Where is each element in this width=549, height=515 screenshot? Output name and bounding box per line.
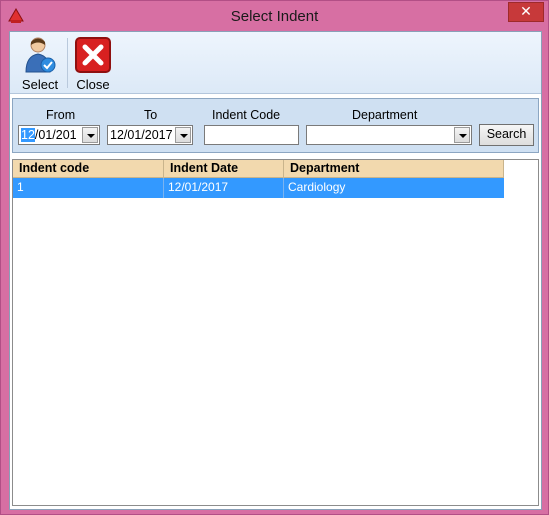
indent-code-input[interactable] xyxy=(204,125,299,145)
title-bar[interactable]: Select Indent ✕ xyxy=(1,1,548,31)
department-select[interactable] xyxy=(306,125,472,145)
indent-code-label: Indent Code xyxy=(212,108,281,122)
filter-panel: From 12/01/201 To 12/01/2017 Indent Code… xyxy=(12,98,539,153)
cell-indent-date: 12/01/2017 xyxy=(164,178,284,198)
cell-indent-code: 1 xyxy=(13,178,164,198)
client-area: Select Close From 12/01/201 To 12/01/201… xyxy=(9,31,542,510)
toolbar-separator xyxy=(67,38,68,88)
to-date-picker[interactable]: 12/01/2017 xyxy=(107,125,193,145)
to-date-text: 12/01/2017 xyxy=(110,128,173,142)
from-date-text: 12/01/201 xyxy=(21,128,77,142)
indent-grid: Indent code Indent Date Department 1 12/… xyxy=(12,159,539,506)
table-row[interactable]: 1 12/01/2017 Cardiology xyxy=(13,178,504,198)
from-date-selected: 12 xyxy=(21,128,35,142)
from-date-picker[interactable]: 12/01/201 xyxy=(18,125,100,145)
select-label: Select xyxy=(21,77,59,92)
select-button[interactable]: Select xyxy=(14,36,66,92)
from-label: From xyxy=(46,108,76,122)
window-title: Select Indent xyxy=(230,8,319,25)
grid-header: Indent code Indent Date Department xyxy=(13,160,504,178)
cell-department: Cardiology xyxy=(288,180,346,194)
column-header-department[interactable]: Department xyxy=(284,160,504,178)
close-button[interactable]: Close xyxy=(70,36,116,92)
to-label: To xyxy=(144,108,158,122)
column-header-indent-code[interactable]: Indent code xyxy=(13,160,164,178)
from-dropdown-arrow-icon[interactable] xyxy=(82,127,98,143)
column-header-indent-date[interactable]: Indent Date xyxy=(164,160,284,178)
select-indent-window: Select Indent ✕ Select Close From 12/01/… xyxy=(0,0,549,515)
department-label: Department xyxy=(352,108,418,122)
search-button[interactable]: Search xyxy=(479,124,534,146)
close-icon xyxy=(75,37,111,73)
close-label: Close xyxy=(76,77,110,92)
toolbar: Select Close xyxy=(10,32,541,94)
from-date-rest: /01/201 xyxy=(34,128,77,142)
user-select-icon xyxy=(25,37,56,73)
department-dropdown-arrow-icon[interactable] xyxy=(454,127,470,143)
window-close-button[interactable]: ✕ xyxy=(508,2,544,22)
to-dropdown-arrow-icon[interactable] xyxy=(175,127,191,143)
